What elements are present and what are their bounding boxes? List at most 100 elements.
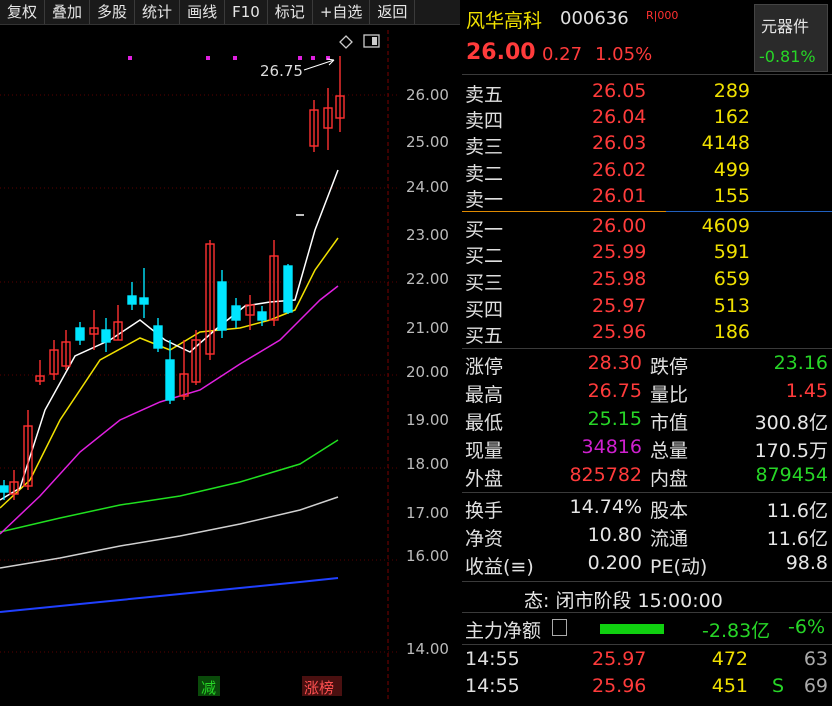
stat-value: 10.80 (587, 524, 642, 546)
bid-price: 25.99 (592, 241, 647, 263)
stat-key: 最高 (465, 384, 504, 406)
ask-price: 26.02 (592, 159, 647, 181)
ask-row[interactable]: 卖四 26.04 162 (462, 106, 832, 133)
ma5-line (0, 169, 339, 501)
price-label: 25.00 (406, 133, 449, 151)
ma60-line (0, 439, 339, 533)
stat-key: 换手 (465, 500, 504, 522)
sector-card[interactable]: 元器件 -0.81% (754, 4, 828, 72)
ask-label: 卖五 (465, 84, 504, 106)
bid-price: 25.97 (592, 295, 647, 317)
price-label: 14.00 (406, 640, 449, 658)
bid-volume: 513 (713, 295, 750, 317)
tick-count: 69 (803, 675, 828, 697)
toolbar-button-f10[interactable]: F10 (225, 0, 268, 24)
signal-markers (128, 56, 330, 60)
stat-value: 25.15 (587, 408, 642, 430)
stat-key: 跌停 (650, 356, 689, 378)
price-label: 22.00 (406, 270, 449, 288)
divider (462, 612, 832, 613)
stat-value: 170.5万 (754, 440, 828, 462)
ask-row[interactable]: 卖一 26.01 155 (462, 185, 832, 212)
divider (462, 492, 832, 493)
limit-tag: 涨榜 (304, 679, 334, 697)
toolbar-button-overlay[interactable]: 叠加 (45, 0, 91, 24)
tick-count: 63 (803, 648, 828, 670)
kline-chart[interactable]: 26.00 25.00 24.00 23.00 22.00 21.00 20.0… (0, 24, 460, 706)
toolbar-button-back[interactable]: 返回 (370, 0, 416, 24)
toolbar-button-draw[interactable]: 画线 (180, 0, 226, 24)
bid-row[interactable]: 买五 25.96 186 (462, 321, 832, 348)
diamond-icon[interactable] (339, 35, 353, 49)
stat-row: 净资 10.80 流通 11.6亿 (462, 524, 832, 551)
tick-flag: S (772, 675, 785, 697)
current-price: 26.00 (466, 40, 536, 65)
flow-bar (600, 624, 664, 634)
toolbar-button-adjust[interactable]: 复权 (0, 0, 46, 24)
stat-value: 11.6亿 (766, 500, 828, 522)
stat-key: 量比 (650, 384, 689, 406)
ask-volume: 155 (713, 185, 750, 207)
ask-row[interactable]: 卖三 26.03 4148 (462, 132, 832, 159)
stat-key: 最低 (465, 412, 504, 434)
stat-value: 98.8 (785, 552, 828, 574)
ask-label: 卖一 (465, 189, 504, 211)
ask-label: 卖四 (465, 110, 504, 132)
divider (462, 581, 832, 582)
ask-price: 26.03 (592, 132, 647, 154)
bid-volume: 4609 (701, 215, 750, 237)
stat-value: 825782 (569, 464, 642, 486)
bid-row[interactable]: 买一 26.00 4609 (462, 215, 832, 242)
stat-row: 涨停 28.30 跌停 23.16 (462, 352, 832, 379)
bid-row[interactable]: 买四 25.97 513 (462, 295, 832, 322)
bid-label: 买三 (465, 272, 504, 294)
tick-time: 14:55 (465, 648, 520, 670)
bid-row[interactable]: 买二 25.99 591 (462, 241, 832, 268)
bid-volume: 659 (713, 268, 750, 290)
stat-value: 0.200 (587, 552, 642, 574)
ask-price: 26.01 (592, 185, 647, 207)
bid-row[interactable]: 买三 25.98 659 (462, 268, 832, 295)
ask-volume: 162 (713, 106, 750, 128)
stat-key: 涨停 (465, 356, 504, 378)
bid-price: 25.98 (592, 268, 647, 290)
bid-volume: 591 (713, 241, 750, 263)
bid-volume: 186 (713, 321, 750, 343)
stat-value: 11.6亿 (766, 528, 828, 550)
toolbar-button-add-watchlist[interactable]: +自选 (313, 0, 371, 24)
toolbar-button-multi[interactable]: 多股 (90, 0, 136, 24)
stock-name: 风华高科 (466, 10, 543, 32)
ask-volume: 289 (713, 80, 750, 102)
price-label: 17.00 (406, 504, 449, 522)
ask-row[interactable]: 卖五 26.05 289 (462, 80, 832, 107)
stat-value: 14.74% (569, 496, 642, 518)
bid-label: 买五 (465, 325, 504, 347)
ma250-line (0, 577, 339, 613)
panel-toggle-icon[interactable] (363, 34, 380, 48)
stat-row: 收益(≡) 0.200 PE(动) 98.8 (462, 552, 832, 579)
bid-ask-divider-right (666, 211, 832, 212)
sector-name: 元器件 (761, 17, 810, 36)
toolbar-button-stats[interactable]: 统计 (135, 0, 181, 24)
divider (462, 348, 832, 349)
stat-value: 28.30 (587, 352, 642, 374)
flow-percent: -6% (788, 616, 825, 638)
stat-value: 23.16 (773, 352, 828, 374)
main-capital-flow[interactable]: 主力净额 -2.83亿 -6% (462, 616, 832, 644)
stat-key: 流通 (650, 528, 689, 550)
candles-down (0, 264, 293, 500)
bid-label: 买四 (465, 299, 504, 321)
price-label: 24.00 (406, 178, 449, 196)
stat-key: 内盘 (650, 468, 689, 490)
stat-key: 外盘 (465, 468, 504, 490)
ask-row[interactable]: 卖二 26.02 499 (462, 159, 832, 186)
ask-volume: 4148 (701, 132, 750, 154)
stat-key: 净资 (465, 528, 504, 550)
ask-label: 卖三 (465, 136, 504, 158)
stat-row: 现量 34816 总量 170.5万 (462, 436, 832, 463)
list-icon[interactable] (552, 619, 567, 636)
divider (462, 74, 832, 75)
toolbar-button-mark[interactable]: 标记 (268, 0, 313, 24)
tick-time: 14:55 (465, 675, 520, 697)
stat-value: 26.75 (587, 380, 642, 402)
